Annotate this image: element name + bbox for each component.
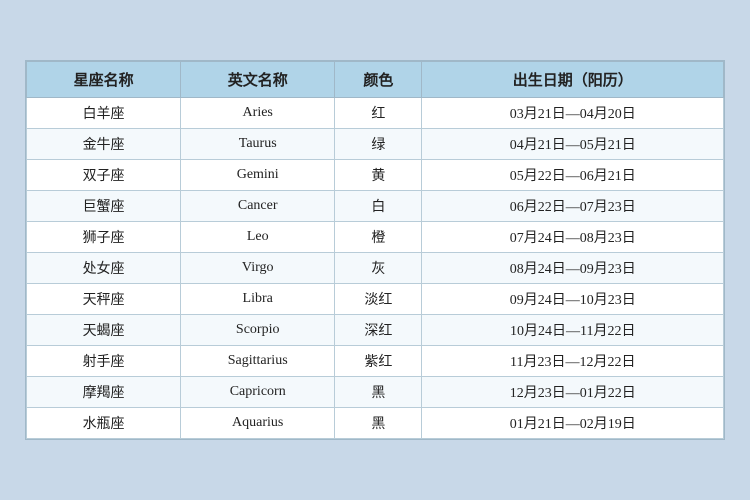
header-birthdate: 出生日期（阳历） (422, 62, 724, 98)
table-row: 处女座Virgo灰08月24日—09月23日 (27, 253, 724, 284)
table-row: 天秤座Libra淡红09月24日—10月23日 (27, 284, 724, 315)
table-body: 白羊座Aries红03月21日—04月20日金牛座Taurus绿04月21日—0… (27, 98, 724, 439)
header-chinese-name: 星座名称 (27, 62, 181, 98)
table-cell: 巨蟹座 (27, 191, 181, 222)
table-cell: 09月24日—10月23日 (422, 284, 724, 315)
table-cell: 射手座 (27, 346, 181, 377)
table-cell: 红 (335, 98, 422, 129)
table-cell: 处女座 (27, 253, 181, 284)
table-cell: 03月21日—04月20日 (422, 98, 724, 129)
table-cell: 水瓶座 (27, 408, 181, 439)
table-cell: Virgo (181, 253, 335, 284)
table-cell: 绿 (335, 129, 422, 160)
table-cell: Scorpio (181, 315, 335, 346)
table-cell: 紫红 (335, 346, 422, 377)
table-cell: 12月23日—01月22日 (422, 377, 724, 408)
table-row: 巨蟹座Cancer白06月22日—07月23日 (27, 191, 724, 222)
table-row: 狮子座Leo橙07月24日—08月23日 (27, 222, 724, 253)
table-cell: 双子座 (27, 160, 181, 191)
table-cell: 橙 (335, 222, 422, 253)
table-cell: 狮子座 (27, 222, 181, 253)
table-cell: 摩羯座 (27, 377, 181, 408)
header-english-name: 英文名称 (181, 62, 335, 98)
table-row: 摩羯座Capricorn黑12月23日—01月22日 (27, 377, 724, 408)
table-cell: 灰 (335, 253, 422, 284)
table-cell: Cancer (181, 191, 335, 222)
table-cell: 金牛座 (27, 129, 181, 160)
table-cell: Gemini (181, 160, 335, 191)
table-cell: 天秤座 (27, 284, 181, 315)
table-cell: 黑 (335, 408, 422, 439)
table-header-row: 星座名称 英文名称 颜色 出生日期（阳历） (27, 62, 724, 98)
table-row: 金牛座Taurus绿04月21日—05月21日 (27, 129, 724, 160)
table-row: 天蝎座Scorpio深红10月24日—11月22日 (27, 315, 724, 346)
table-cell: 06月22日—07月23日 (422, 191, 724, 222)
table-cell: Capricorn (181, 377, 335, 408)
table-cell: Aquarius (181, 408, 335, 439)
table-cell: 10月24日—11月22日 (422, 315, 724, 346)
table-cell: 04月21日—05月21日 (422, 129, 724, 160)
table-cell: 07月24日—08月23日 (422, 222, 724, 253)
table-cell: Sagittarius (181, 346, 335, 377)
table-row: 白羊座Aries红03月21日—04月20日 (27, 98, 724, 129)
table-cell: Leo (181, 222, 335, 253)
table-cell: 黄 (335, 160, 422, 191)
table-cell: 淡红 (335, 284, 422, 315)
zodiac-table: 星座名称 英文名称 颜色 出生日期（阳历） 白羊座Aries红03月21日—04… (26, 61, 724, 439)
table-row: 双子座Gemini黄05月22日—06月21日 (27, 160, 724, 191)
header-color: 颜色 (335, 62, 422, 98)
table-cell: Taurus (181, 129, 335, 160)
table-cell: 05月22日—06月21日 (422, 160, 724, 191)
table-cell: 深红 (335, 315, 422, 346)
table-row: 射手座Sagittarius紫红11月23日—12月22日 (27, 346, 724, 377)
table-cell: 黑 (335, 377, 422, 408)
table-cell: 01月21日—02月19日 (422, 408, 724, 439)
zodiac-table-container: 星座名称 英文名称 颜色 出生日期（阳历） 白羊座Aries红03月21日—04… (25, 60, 725, 440)
table-cell: 11月23日—12月22日 (422, 346, 724, 377)
table-row: 水瓶座Aquarius黑01月21日—02月19日 (27, 408, 724, 439)
table-cell: 白 (335, 191, 422, 222)
table-cell: 天蝎座 (27, 315, 181, 346)
table-cell: Libra (181, 284, 335, 315)
table-cell: 08月24日—09月23日 (422, 253, 724, 284)
table-cell: 白羊座 (27, 98, 181, 129)
table-cell: Aries (181, 98, 335, 129)
